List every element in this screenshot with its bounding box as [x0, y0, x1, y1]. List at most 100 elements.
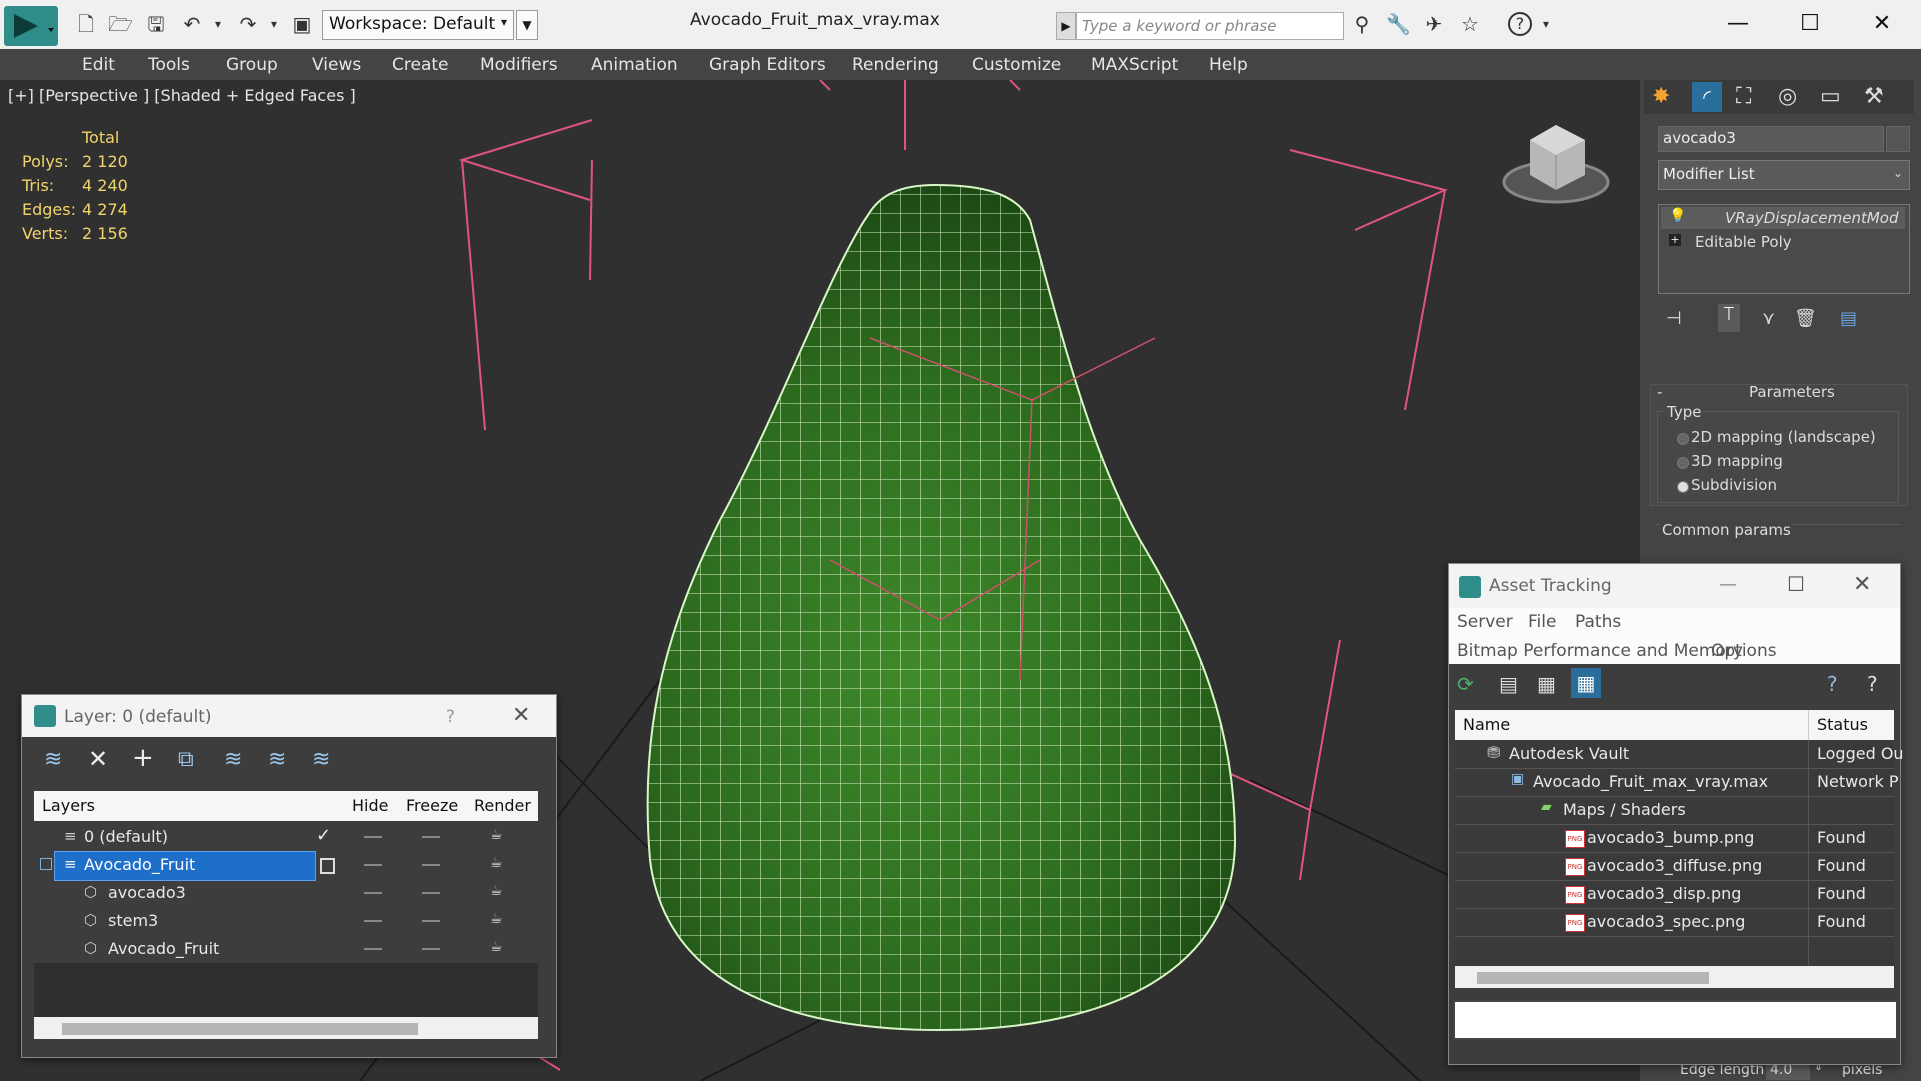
pin-stack-icon[interactable]: ⊣ [1666, 308, 1682, 329]
open-file-icon[interactable]: 🗁 [108, 12, 133, 36]
save-icon[interactable]: 🖫 [144, 12, 168, 36]
minimize-button[interactable]: — [1718, 6, 1758, 42]
undo-icon[interactable]: ↶ [180, 12, 204, 36]
make-unique-icon[interactable]: ⋎ [1762, 308, 1775, 329]
menu-file[interactable]: File [1528, 612, 1556, 632]
freeze-toggle[interactable] [422, 892, 440, 894]
help-dropdown-icon[interactable]: ▾ [1534, 12, 1558, 36]
menu-group[interactable]: Group [226, 55, 278, 75]
bulb-icon[interactable]: 💡 [1669, 208, 1686, 224]
refresh-icon[interactable]: ⟳ [1457, 672, 1474, 696]
path-input[interactable] [1453, 1000, 1898, 1040]
horizontal-scrollbar[interactable] [34, 1017, 538, 1039]
delete-layer-icon[interactable]: ✕ [88, 745, 108, 773]
table-row[interactable]: PNG avocado3_disp.png Found [1455, 880, 1894, 909]
view-cube-icon[interactable] [1502, 125, 1610, 204]
create-layer-icon[interactable]: ≋ [44, 747, 62, 772]
binoculars-icon[interactable]: ⚲ [1350, 12, 1374, 36]
help-button[interactable]: ? [446, 707, 455, 727]
workspace-menu-button[interactable]: ▼ [516, 10, 538, 40]
scrollbar-thumb[interactable] [62, 1023, 418, 1035]
option-subdivision[interactable]: Subdivision [1691, 476, 1777, 494]
star-icon[interactable]: ☆ [1458, 12, 1482, 36]
table-row[interactable]: PNG avocado3_spec.png Found [1455, 908, 1894, 937]
menu-help[interactable]: Help [1209, 55, 1248, 75]
menu-modifiers[interactable]: Modifiers [480, 55, 558, 75]
stack-item-vray[interactable]: 💡 VRayDisplacementMod [1661, 207, 1905, 229]
col-freeze[interactable]: Freeze [406, 796, 458, 815]
menu-maxscript[interactable]: MAXScript [1091, 55, 1178, 75]
select-objects-icon[interactable]: ⧉ [178, 747, 194, 772]
freeze-toggle[interactable] [422, 864, 440, 866]
radio-subdivision[interactable] [1677, 481, 1689, 493]
utilities-tab-icon[interactable]: ⚒ [1864, 84, 1884, 109]
hide-all-icon[interactable]: ≋ [268, 747, 286, 772]
new-file-icon[interactable]: 🗋 [74, 12, 98, 36]
menu-server[interactable]: Server [1457, 612, 1513, 632]
table-view-icon[interactable]: ▦ [1571, 668, 1601, 698]
object-color-swatch[interactable] [1886, 126, 1910, 152]
hide-toggle[interactable] [364, 836, 382, 838]
app-logo-icon[interactable] [4, 6, 58, 46]
table-row[interactable]: ≡ 0 (default) ✓ ☕ [34, 823, 538, 851]
freeze-toggle[interactable] [422, 920, 440, 922]
add-to-layer-icon[interactable]: + [132, 743, 154, 773]
menu-animation[interactable]: Animation [591, 55, 678, 75]
satellite-icon[interactable]: ✈ [1422, 12, 1446, 36]
viewport-label[interactable]: [+] [Perspective ] [Shaded + Edged Faces… [8, 86, 356, 105]
scrollbar-thumb[interactable] [1477, 972, 1709, 984]
expand-icon[interactable]: + [1669, 234, 1681, 246]
object-name-field[interactable]: avocado3 [1658, 126, 1884, 152]
checkmark-icon[interactable]: ✓ [316, 825, 331, 846]
radio-3d-mapping[interactable] [1677, 457, 1689, 469]
menu-options[interactable]: Options [1711, 641, 1777, 661]
table-row[interactable]: ⬡ stem3 ☕ [34, 907, 538, 935]
help-icon[interactable]: ? [1827, 672, 1838, 696]
hide-toggle[interactable] [364, 892, 382, 894]
menu-tools[interactable]: Tools [148, 55, 190, 75]
render-teapot-icon[interactable]: ☕ [490, 827, 503, 843]
close-icon[interactable]: ✕ [1853, 572, 1871, 597]
show-end-result-icon[interactable]: ⟙ [1718, 304, 1740, 332]
col-status[interactable]: Status [1817, 715, 1868, 734]
collapse-icon[interactable] [40, 858, 52, 870]
freeze-toggle[interactable] [422, 836, 440, 838]
render-teapot-icon[interactable]: ☕ [490, 855, 503, 871]
maximize-button[interactable]: ☐ [1787, 572, 1805, 596]
thumbnail-view-icon[interactable]: ▦ [1537, 672, 1556, 696]
tools-icon[interactable]: 🔧 [1386, 12, 1411, 36]
col-render[interactable]: Render [474, 796, 531, 815]
help-context-icon[interactable]: ? [1867, 672, 1878, 696]
hide-toggle[interactable] [364, 920, 382, 922]
highlight-layer-icon[interactable]: ≋ [224, 747, 242, 772]
menu-rendering[interactable]: Rendering [852, 55, 939, 75]
modifier-list-dropdown[interactable]: Modifier List ⌄ [1658, 160, 1910, 190]
help-icon[interactable]: ? [1508, 12, 1532, 36]
menu-bitmap-performance[interactable]: Bitmap Performance and Memory [1457, 641, 1743, 661]
freeze-toggle[interactable] [422, 948, 440, 950]
motion-tab-icon[interactable]: ◎ [1778, 84, 1797, 109]
redo-dropdown-icon[interactable]: ▾ [262, 12, 286, 36]
collapse-icon[interactable]: - [1657, 383, 1662, 401]
table-row[interactable]: ⬡ avocado3 ☕ [34, 879, 538, 907]
display-tab-icon[interactable]: ▭ [1820, 84, 1841, 109]
list-view-icon[interactable]: ▤ [1499, 672, 1518, 696]
modify-tab-icon[interactable]: ◜ [1692, 82, 1722, 112]
hide-toggle[interactable] [364, 864, 382, 866]
col-hide[interactable]: Hide [352, 796, 388, 815]
rollout-title[interactable]: Parameters [1749, 383, 1835, 401]
layer-panel-titlebar[interactable]: Layer: 0 (default) ? ✕ [22, 695, 556, 737]
table-row[interactable]: PNG avocado3_diffuse.png Found [1455, 852, 1894, 881]
table-row[interactable]: ⬡ Avocado_Fruit ☕ [34, 935, 538, 963]
search-arrow-icon[interactable]: ▶ [1056, 12, 1076, 40]
menu-views[interactable]: Views [312, 55, 361, 75]
close-button[interactable]: ✕ [1862, 6, 1902, 42]
menu-edit[interactable]: Edit [82, 55, 115, 75]
menu-paths[interactable]: Paths [1575, 612, 1621, 632]
freeze-all-icon[interactable]: ≋ [312, 747, 330, 772]
workspace-dropdown[interactable]: Workspace: Default ▾ [322, 10, 514, 40]
hide-toggle[interactable] [364, 948, 382, 950]
remove-modifier-icon[interactable]: 🗑 [1794, 308, 1817, 329]
minimize-button[interactable]: — [1719, 574, 1737, 595]
stack-item-editable-poly[interactable]: + Editable Poly [1661, 231, 1905, 253]
